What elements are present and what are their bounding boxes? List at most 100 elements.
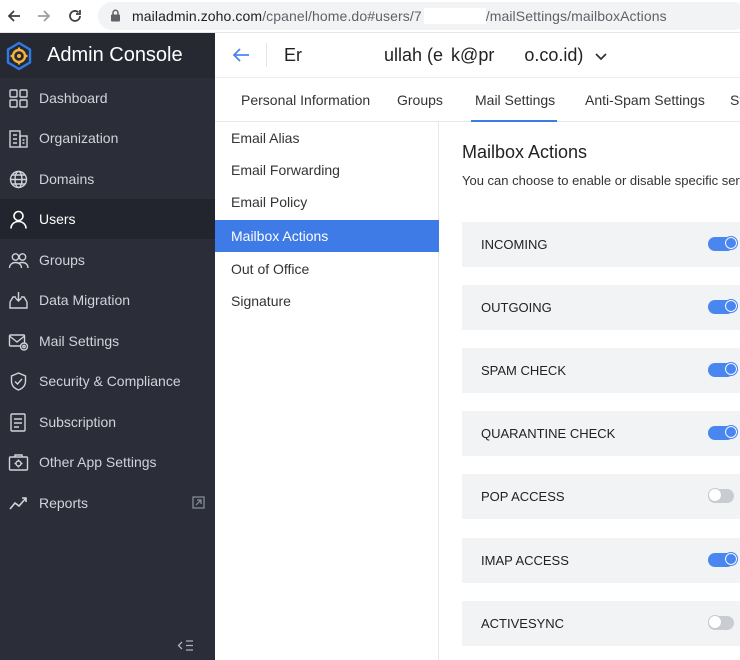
sidebar-item-label: Dashboard bbox=[39, 90, 108, 106]
outgoing-toggle[interactable] bbox=[708, 299, 738, 314]
groups-icon bbox=[8, 250, 29, 271]
activesync-toggle[interactable] bbox=[708, 615, 734, 630]
tab-mail-settings[interactable]: Mail Settings bbox=[475, 92, 555, 108]
sidebar: Admin Console Dashboard Organization Dom… bbox=[0, 33, 215, 660]
sidebar-item-users[interactable]: Users bbox=[0, 199, 215, 239]
subnav-item-out-of-office[interactable]: Out of Office bbox=[215, 253, 439, 285]
brand-header: Admin Console bbox=[0, 33, 215, 78]
subnav-item-label: Email Forwarding bbox=[231, 162, 340, 178]
sidebar-item-groups[interactable]: Groups bbox=[0, 240, 215, 280]
reports-icon bbox=[8, 493, 29, 514]
back-arrow-icon[interactable] bbox=[231, 45, 251, 70]
reload-icon[interactable] bbox=[64, 5, 86, 27]
toggle-knob bbox=[724, 299, 738, 313]
spam-check-toggle[interactable] bbox=[708, 362, 738, 377]
url-path-a: /cpanel/home.do#users/7 bbox=[262, 8, 422, 24]
chevron-down-icon[interactable] bbox=[594, 49, 608, 67]
forward-arrow-icon[interactable] bbox=[33, 5, 55, 27]
tab-anti-spam-settings[interactable]: Anti-Spam Settings bbox=[585, 92, 705, 108]
action-row-imap-access: IMAP ACCESS bbox=[462, 538, 740, 583]
action-row-spam-check: SPAM CHECK bbox=[462, 348, 740, 393]
tab-personal-information[interactable]: Personal Information bbox=[241, 92, 370, 108]
sidebar-item-label: Groups bbox=[39, 252, 85, 268]
sidebar-item-domains[interactable]: Domains bbox=[0, 159, 215, 199]
subnav-item-email-forwarding[interactable]: Email Forwarding bbox=[215, 154, 439, 186]
url-domain: mailadmin.zoho.com bbox=[132, 8, 263, 24]
action-label: QUARANTINE CHECK bbox=[481, 426, 616, 441]
sidebar-item-label: Other App Settings bbox=[39, 454, 157, 470]
subnav-item-email-policy[interactable]: Email Policy bbox=[215, 186, 439, 218]
action-label: IMAP ACCESS bbox=[481, 553, 569, 568]
sidebar-item-mail-settings[interactable]: Mail Settings bbox=[0, 321, 215, 361]
tab-truncated[interactable]: St bbox=[730, 92, 740, 108]
sidebar-item-organization[interactable]: Organization bbox=[0, 118, 215, 158]
action-label: SPAM CHECK bbox=[481, 363, 566, 378]
imap-access-toggle[interactable] bbox=[708, 552, 738, 567]
tab-groups[interactable]: Groups bbox=[397, 92, 443, 108]
action-label: OUTGOING bbox=[481, 300, 552, 315]
user-header: Er ullah (e k@pr o.co.id) bbox=[215, 33, 740, 78]
sidebar-item-data-migration[interactable]: Data Migration bbox=[0, 280, 215, 320]
address-bar[interactable]: mailadmin.zoho.com/cpanel/home.do#users/… bbox=[98, 2, 740, 30]
user-name-part-a: Er bbox=[284, 45, 302, 65]
subnav-item-signature[interactable]: Signature bbox=[215, 285, 439, 317]
external-link-icon[interactable] bbox=[192, 496, 205, 514]
dashboard-icon bbox=[8, 88, 29, 109]
sidebar-item-label: Subscription bbox=[39, 414, 117, 430]
browser-toolbar: mailadmin.zoho.com/cpanel/home.do#users/… bbox=[0, 0, 740, 33]
app-title: Admin Console bbox=[47, 44, 183, 66]
subnav-item-label: Out of Office bbox=[231, 261, 310, 277]
subscription-icon bbox=[8, 412, 29, 433]
toggle-knob bbox=[724, 362, 738, 376]
sidebar-item-label: Data Migration bbox=[39, 292, 131, 308]
sidebar-item-subscription[interactable]: Subscription bbox=[0, 402, 215, 442]
mail-settings-icon bbox=[8, 331, 29, 352]
toggle-knob bbox=[708, 615, 722, 629]
sidebar-item-security-compliance[interactable]: Security & Compliance bbox=[0, 361, 215, 401]
action-row-outgoing: OUTGOING bbox=[462, 285, 740, 330]
url-path-b: /mailSettings/mailboxActions bbox=[485, 8, 667, 24]
sidebar-item-label: Organization bbox=[39, 130, 119, 146]
sidebar-item-label: Reports bbox=[39, 495, 89, 511]
main-panel: Er ullah (e k@pr o.co.id) Personal Informa… bbox=[215, 33, 740, 660]
mail-settings-subnav: Email Alias Email Forwarding Email Polic… bbox=[215, 122, 439, 660]
back-arrow-icon[interactable] bbox=[3, 5, 25, 27]
settings-tabs: Personal Information Groups Mail Setting… bbox=[215, 78, 740, 123]
toggle-knob bbox=[724, 552, 738, 566]
quarantine-check-toggle[interactable] bbox=[708, 425, 738, 440]
collapse-sidebar-icon[interactable] bbox=[177, 639, 194, 657]
sidebar-item-label: Users bbox=[39, 211, 76, 227]
app-settings-icon bbox=[8, 452, 29, 473]
mailbox-actions-panel: Mailbox Actions You can choose to enable… bbox=[440, 122, 740, 660]
subnav-item-label: Email Policy bbox=[231, 194, 308, 210]
action-label: ACTIVESYNC bbox=[481, 616, 565, 631]
gear-logo-icon bbox=[4, 41, 34, 76]
organization-icon bbox=[8, 128, 29, 149]
user-name-part-b: ullah (e k@pr o.co.id) bbox=[384, 45, 583, 66]
subnav-item-mailbox-actions[interactable]: Mailbox Actions bbox=[215, 220, 439, 252]
pop-access-toggle[interactable] bbox=[708, 488, 734, 503]
action-row-quarantine-check: QUARANTINE CHECK bbox=[462, 411, 740, 456]
sidebar-item-label: Domains bbox=[39, 171, 95, 187]
migration-icon bbox=[8, 290, 29, 311]
subnav-item-label: Mailbox Actions bbox=[231, 228, 329, 244]
incoming-toggle[interactable] bbox=[708, 236, 738, 251]
subnav-item-label: Email Alias bbox=[231, 130, 300, 146]
subnav-item-label: Signature bbox=[231, 293, 291, 309]
page-description: You can choose to enable or disable spec… bbox=[462, 173, 740, 188]
user-name-part-b-text: ullah (e bbox=[384, 45, 444, 65]
sidebar-item-other-app-settings[interactable]: Other App Settings bbox=[0, 442, 215, 482]
url-redaction bbox=[423, 8, 486, 24]
sidebar-item-label: Security & Compliance bbox=[39, 373, 181, 389]
page-title: Mailbox Actions bbox=[462, 142, 588, 162]
toggle-knob bbox=[724, 236, 738, 250]
user-name-part-c-text: k@pr bbox=[451, 45, 495, 65]
sidebar-item-dashboard[interactable]: Dashboard bbox=[0, 78, 215, 118]
sidebar-item-label: Mail Settings bbox=[39, 333, 120, 349]
toggle-knob bbox=[724, 425, 738, 439]
globe-icon bbox=[8, 169, 29, 190]
header-divider bbox=[266, 43, 267, 67]
subnav-item-email-alias[interactable]: Email Alias bbox=[215, 122, 439, 154]
toggle-knob bbox=[708, 488, 722, 502]
sidebar-item-reports[interactable]: Reports bbox=[0, 483, 215, 523]
